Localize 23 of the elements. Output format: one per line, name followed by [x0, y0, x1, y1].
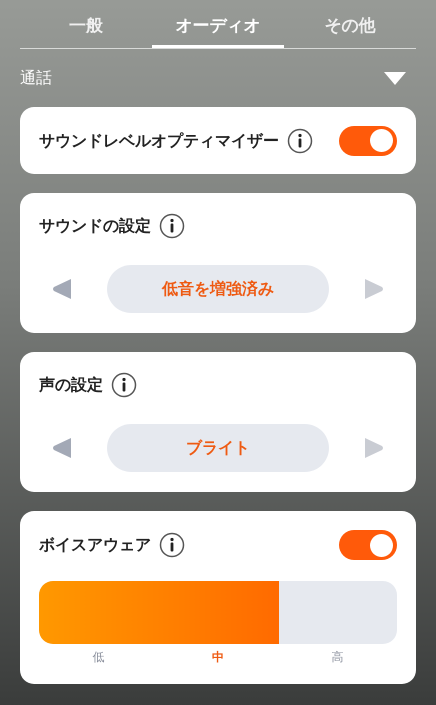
setting-title: 声の設定 — [39, 374, 103, 396]
toggle-switch[interactable] — [339, 530, 397, 560]
level-track[interactable] — [39, 581, 397, 644]
setting-title: サウンドレベルオプティマイザー — [39, 130, 279, 152]
tab[interactable]: その他 — [284, 8, 416, 48]
value-pill: 低音を増強済み — [107, 265, 329, 313]
tab[interactable]: オーディオ — [152, 8, 284, 48]
level-option[interactable]: 低 — [39, 648, 158, 666]
previous-arrow[interactable] — [51, 277, 73, 301]
value-pill: ブライト — [107, 424, 329, 472]
info-icon[interactable] — [159, 532, 185, 558]
setting-title: ボイスアウェア — [39, 534, 151, 556]
info-icon[interactable] — [111, 372, 137, 398]
tab[interactable]: 一般 — [20, 8, 152, 48]
dropdown-caret-icon[interactable] — [384, 72, 406, 84]
setting-title: サウンドの設定 — [39, 215, 151, 237]
info-icon[interactable] — [159, 213, 185, 239]
level-option[interactable]: 中 — [158, 648, 278, 666]
level-option[interactable]: 高 — [278, 648, 397, 666]
section-title: 通話 — [20, 67, 52, 89]
toggle-switch[interactable] — [339, 126, 397, 156]
previous-arrow[interactable] — [51, 436, 73, 460]
info-icon[interactable] — [287, 128, 313, 154]
